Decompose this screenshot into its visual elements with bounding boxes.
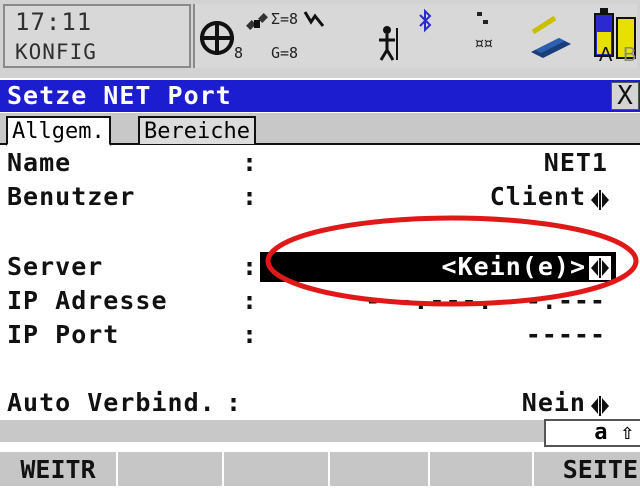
name-label: Name (7, 148, 72, 177)
auto-connect-colon: : (226, 388, 242, 417)
auto-connect-value[interactable]: Nein (522, 388, 586, 417)
time-mode-box: 17:11 KONFIG (3, 4, 191, 68)
svg-text:¤¤: ¤¤ (475, 36, 493, 52)
name-value: NET1 (543, 148, 608, 177)
memory-a-label: A (599, 44, 613, 66)
mode-label: KONFIG (15, 40, 97, 64)
radio-link-icon: ¤¤ (475, 12, 493, 52)
input-mode-indicator: a ⇧ (544, 419, 640, 447)
ip-port-label: IP Port (7, 320, 120, 349)
ip-address-label: IP Adresse (7, 286, 168, 315)
ip-address-colon: : (242, 286, 258, 315)
f2-button[interactable] (118, 452, 224, 486)
sat-count: 8 (234, 44, 244, 62)
user-label: Benutzer (7, 182, 136, 211)
user-colon: : (242, 182, 258, 211)
name-colon: : (242, 148, 258, 177)
ip-port-colon: : (242, 320, 258, 349)
sd-card-icon (531, 15, 571, 58)
field-row-name: Name : NET1 (0, 148, 640, 184)
auto-connect-label: Auto Verbind. (7, 388, 216, 417)
f3-button[interactable] (224, 452, 330, 486)
server-colon: : (242, 252, 258, 281)
window-title: Setze NET Port (7, 81, 232, 110)
sigma-count: Σ=8 (271, 10, 299, 28)
close-button[interactable]: X (611, 82, 639, 110)
user-left-right-arrows-icon[interactable] (589, 188, 611, 212)
tab-bereiche[interactable]: Bereiche (138, 116, 256, 144)
f1-weitr-button[interactable]: WEITR (0, 452, 118, 486)
clock: 17:11 (15, 8, 93, 36)
annotation-circle (265, 215, 639, 307)
auto-connect-left-right-arrows-icon[interactable] (589, 394, 611, 418)
server-label: Server (7, 252, 104, 281)
field-row-ip-port[interactable]: IP Port : ----- (0, 320, 640, 356)
antenna-pole-icon (379, 26, 398, 61)
signal-icon (303, 11, 325, 27)
f6-seite-button[interactable]: SEITE (534, 452, 640, 486)
memory-b-label: B (623, 44, 637, 66)
bluetooth-icon (419, 8, 432, 33)
position-crosshair-icon (200, 21, 234, 55)
ip-port-value[interactable]: ----- (526, 320, 606, 349)
status-icons: 8 Σ=8 G=8 ¤¤ A B (193, 4, 637, 68)
tab-allgemein[interactable]: Allgem. (6, 116, 111, 146)
user-value[interactable]: Client (490, 182, 586, 211)
satellite-icon (246, 13, 268, 30)
f4-button[interactable] (330, 452, 430, 486)
g-count: G=8 (271, 44, 299, 62)
f5-button[interactable] (430, 452, 534, 486)
